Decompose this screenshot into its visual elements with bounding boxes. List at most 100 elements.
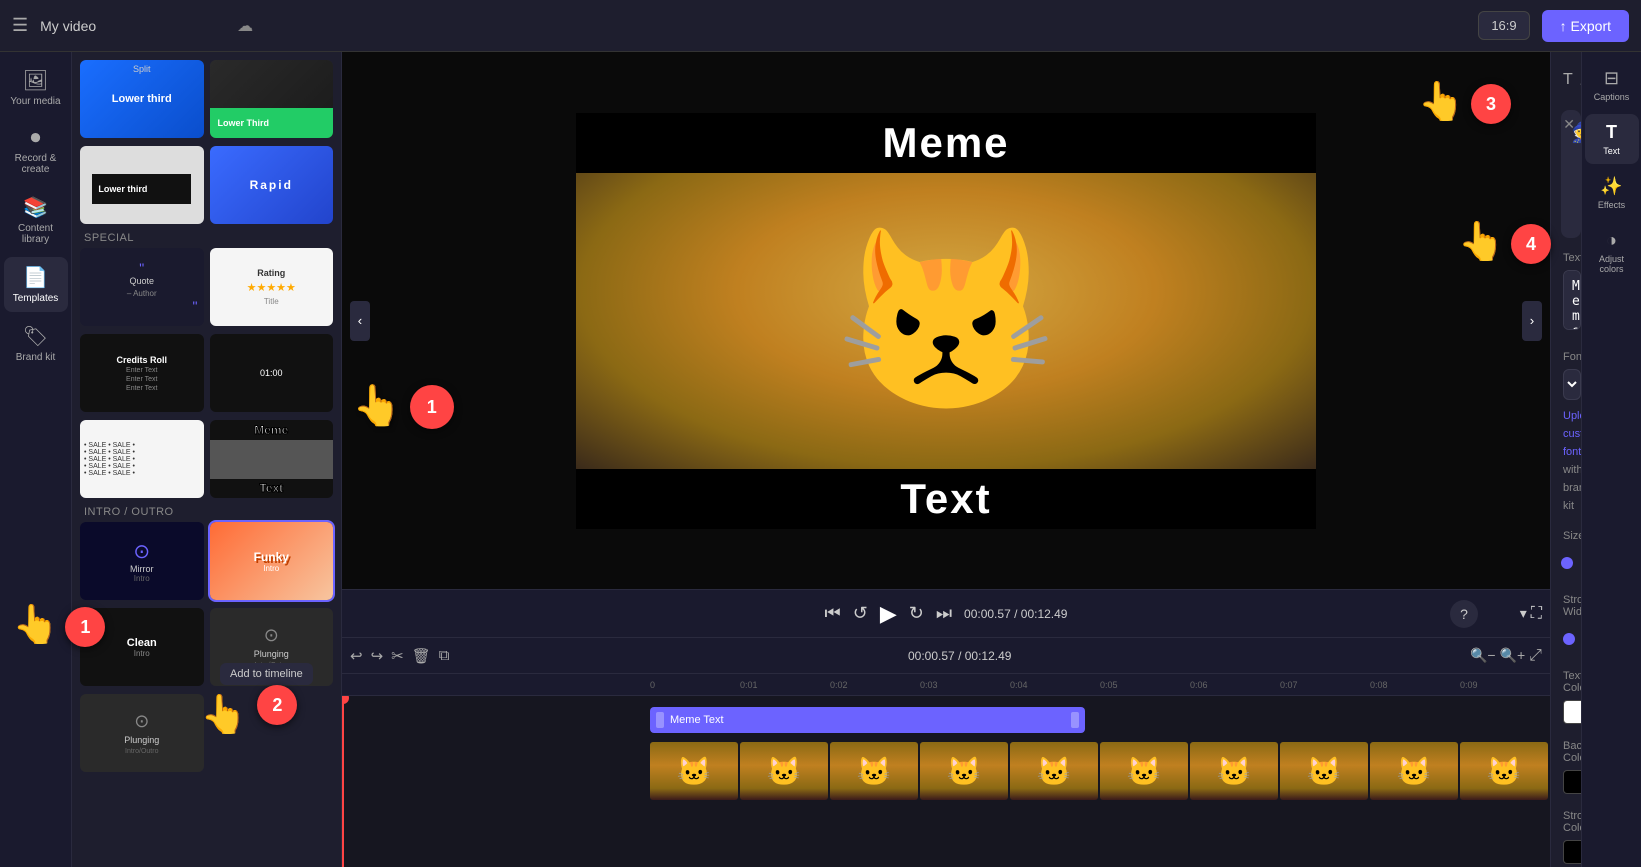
duplicate-button[interactable]: ⧉ <box>439 647 450 664</box>
video-thumb-2: 🐱 <box>740 742 828 800</box>
redo-button[interactable]: ↪ <box>371 647 384 665</box>
timeline-area: ↩ ↪ ✂ 🗑 ⧉ 00:00.57 / 00:12.49 🔍− 🔍+ ⤢ <box>342 637 1550 867</box>
stroke-color-section: Stroke Color #000000 Save custom palette… <box>1551 802 1581 867</box>
video-thumb-7: 🐱 <box>1190 742 1278 800</box>
rib-item-text[interactable]: T Text <box>1585 114 1639 164</box>
meme-text-clip[interactable]: Meme Text <box>650 707 1085 733</box>
chevron-down-button[interactable]: ▾ <box>1520 605 1527 622</box>
help-button[interactable]: ? <box>1450 600 1478 628</box>
playhead-handle[interactable] <box>342 696 349 704</box>
template-lower-third-green[interactable]: Lower Third <box>210 60 334 138</box>
text-section: Text Meme Text <box>1551 244 1581 343</box>
adjust-colors-icon: ◑ <box>1606 230 1617 251</box>
tooltip-close-button[interactable]: ✕ <box>1563 116 1575 133</box>
captions-icon: ⊟ <box>1604 68 1619 89</box>
ratio-button[interactable]: 16:9 <box>1478 11 1529 40</box>
stroke-width-label: Stroke Width <box>1563 594 1569 618</box>
ruler-0: 0 <box>650 680 740 690</box>
video-thumb-5: 🐱 <box>1010 742 1098 800</box>
bg-color-label: Background Color <box>1563 740 1569 764</box>
template-credits-roll[interactable]: Credits Roll Enter Text Enter Text Enter… <box>80 334 204 412</box>
stroke-color-row: #000000 <box>1563 840 1569 864</box>
cloud-icon: ☁ <box>237 16 253 36</box>
brand-kit-label: Brand kit <box>16 352 55 363</box>
library-label: Content library <box>10 223 62 245</box>
font-select[interactable]: Oswald Impact Arial <box>1563 369 1581 400</box>
video-thumb-6: 🐱 <box>1100 742 1188 800</box>
nav-arrow-right[interactable]: › <box>1522 301 1542 341</box>
size-slider[interactable] <box>1563 561 1569 565</box>
lower-templates-grid-2: Lower third Rapid <box>80 146 333 224</box>
sidebar-item-templates[interactable]: 📄 Templates <box>4 257 68 312</box>
bg-color-swatch[interactable] <box>1563 770 1581 794</box>
text-props-icon: T <box>1563 71 1573 89</box>
undo-button[interactable]: ↩ <box>350 647 363 665</box>
tl-time-current: 00:00.57 <box>908 649 955 663</box>
template-lower-third-blue[interactable]: Lower third Split <box>80 60 204 138</box>
stroke-color-label: Stroke Color <box>1563 810 1569 834</box>
rib-item-captions[interactable]: ⊟ Captions <box>1585 60 1639 110</box>
rewind-button[interactable]: ↺ <box>853 603 868 624</box>
captions-label: Captions <box>1594 92 1630 102</box>
template-meme[interactable]: Meme Text Add to timeline <box>210 420 334 498</box>
rib-item-adjust-colors[interactable]: ◑ Adjust colors <box>1585 222 1639 282</box>
template-sale[interactable]: • SALE • SALE • • SALE • SALE • • SALE •… <box>80 420 204 498</box>
template-plunging2[interactable]: ⊙ Plunging Intro/Outro <box>80 694 204 772</box>
stroke-color-swatch[interactable] <box>1563 840 1581 864</box>
zoom-in-button[interactable]: 🔍+ <box>1500 647 1526 665</box>
sidebar-item-brand-kit[interactable]: 🏷 Brand kit <box>4 316 68 371</box>
text-label: Text <box>1563 252 1569 264</box>
export-button[interactable]: ↑ Export <box>1542 10 1629 42</box>
cursor-overlay-1: 👆 1 <box>352 382 454 429</box>
ruler-6: 0:06 <box>1190 680 1280 690</box>
zoom-out-button[interactable]: 🔍− <box>1470 647 1496 665</box>
meme-tooltip: 🧙 Use Text to adjust the settings of the… <box>1561 110 1581 238</box>
template-plunging[interactable]: ⊙ Plunging Intro/Outro <box>210 608 334 686</box>
effects-icon: ✨ <box>1600 176 1622 197</box>
template-quote-author[interactable]: " Quote – Author " <box>80 248 204 326</box>
template-rapid[interactable]: Rapid <box>210 146 334 224</box>
text-icon: T <box>1606 122 1617 143</box>
intro-grid-3: ⊙ Plunging Intro/Outro <box>80 694 333 772</box>
rib-item-effects[interactable]: ✨ Effects <box>1585 168 1639 218</box>
menu-icon[interactable]: ☰ <box>12 15 28 36</box>
topbar: ☰ ☁ 16:9 ↑ Export <box>0 0 1641 52</box>
font-section: Font Oswald Impact Arial Upload custom f… <box>1551 343 1581 522</box>
timeline-tracks: Meme Text 🐱 🐱 🐱 🐱 🐱 🐱 🐱 🐱 🐱 🐱 <box>342 696 1550 867</box>
upload-fonts-link[interactable]: Upload custom fonts <box>1563 410 1581 458</box>
templates-label: Templates <box>13 293 59 304</box>
bg-color-section: Background Color #000000 <box>1551 732 1581 802</box>
intro-grid-2: Clean Intro ⊙ Plunging Intro/Outro <box>80 608 333 686</box>
template-clean[interactable]: Clean Intro <box>80 608 204 686</box>
template-rating[interactable]: Rating ★★★★★ Title <box>210 248 334 326</box>
fit-button[interactable]: ⤢ <box>1529 647 1542 665</box>
nav-arrow-left[interactable]: ‹ <box>350 301 370 341</box>
play-button[interactable]: ▶ <box>880 601 897 627</box>
playhead[interactable] <box>342 696 344 867</box>
text-color-row: #FFFFFF <box>1563 700 1569 724</box>
sidebar-item-record[interactable]: ⏺ Record & create <box>4 119 68 183</box>
forward-button[interactable]: ↻ <box>909 603 924 624</box>
stroke-width-slider[interactable] <box>1563 637 1569 641</box>
skip-back-button[interactable]: ⏮ <box>825 603 841 624</box>
sidebar-item-your-media[interactable]: 🖼 Your media <box>4 60 68 115</box>
delete-button[interactable]: 🗑 <box>412 647 431 665</box>
meme-bot-text: Text <box>900 475 991 523</box>
time-total: 00:12.49 <box>1021 607 1068 621</box>
skip-forward-button[interactable]: ⏭ <box>936 603 952 624</box>
template-mirror[interactable]: ⊙ Mirror Intro <box>80 522 204 600</box>
size-label: Size <box>1563 530 1569 542</box>
template-funky[interactable]: Funky Intro <box>210 522 334 600</box>
hand-cursor-1: 👆 <box>352 382 402 429</box>
font-label: Font <box>1563 351 1569 363</box>
meme-top-text: Meme <box>882 119 1009 167</box>
fullscreen-button[interactable]: ⛶ <box>1531 605 1542 623</box>
template-time[interactable]: 01:00 <box>210 334 334 412</box>
video-container: ‹ Meme Text › 👆 1 <box>342 52 1550 589</box>
text-color-swatch[interactable] <box>1563 700 1581 724</box>
project-title[interactable] <box>40 18 221 34</box>
template-lower-third-white[interactable]: Lower third <box>80 146 204 224</box>
cut-button[interactable]: ✂ <box>391 647 404 665</box>
text-input[interactable]: Meme Text <box>1563 270 1581 330</box>
sidebar-item-content-library[interactable]: 📚 Content library <box>4 187 68 253</box>
